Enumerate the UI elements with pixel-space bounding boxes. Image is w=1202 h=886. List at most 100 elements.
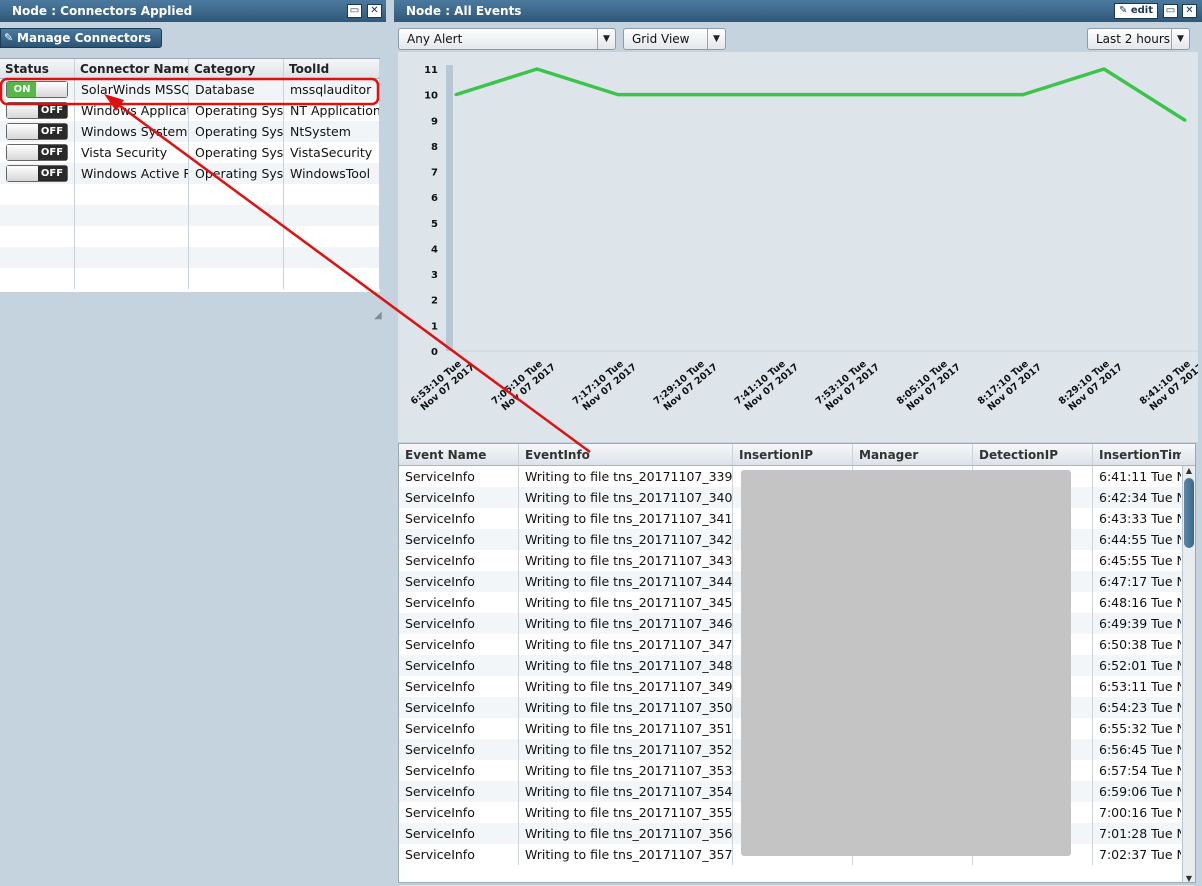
view-mode-dropdown[interactable]: Grid View ▼ xyxy=(623,28,726,50)
data-point xyxy=(697,93,701,97)
insertiontime-cell: 7:02:37 Tue No xyxy=(1099,847,1181,862)
table-row[interactable]: OFF Windows Active ResOperating SysteWind… xyxy=(0,163,380,184)
eventinfo-cell: Writing to file tns_20171107_348.log xyxy=(519,655,733,676)
status-cell: OFF xyxy=(0,142,75,163)
event-name-cell: ServiceInfo xyxy=(399,739,519,760)
category-cell: Operating Syste xyxy=(189,163,284,184)
scrollbar-thumb[interactable] xyxy=(1184,478,1194,548)
events-chart: 0 1 2 3 4 5 6 7 8 9 10 11 6:53:10 Tue Nov 07 2017 7:05… xyxy=(398,52,1198,442)
column-header-event-name[interactable]: Event Name xyxy=(399,444,519,465)
events-panel: Any Alert ▼ Grid View ▼ Last 2 hours ▼ 0… xyxy=(394,22,1202,886)
connector-name-cell: Vista Security xyxy=(75,142,189,163)
empty-cell xyxy=(284,205,380,226)
y-tick-label: 5 xyxy=(431,219,438,230)
table-row xyxy=(0,226,380,247)
alert-filter-value: Any Alert xyxy=(407,32,463,46)
close-icon[interactable]: ✕ xyxy=(367,4,382,18)
event-name-cell: ServiceInfo xyxy=(399,487,519,508)
event-name-cell: ServiceInfo xyxy=(399,529,519,550)
event-name-cell: ServiceInfo xyxy=(399,802,519,823)
toggle-knob xyxy=(7,145,38,160)
view-mode-value: Grid View xyxy=(632,32,690,46)
table-row[interactable]: OFF Windows ApplicatioOperating SysteNT A… xyxy=(0,100,380,121)
empty-cell xyxy=(0,247,75,268)
event-name-cell: ServiceInfo xyxy=(399,655,519,676)
manage-connectors-label: Manage Connectors xyxy=(17,31,152,45)
insertiontime-cell: 6:50:38 Tue No xyxy=(1099,637,1181,652)
status-cell: OFF xyxy=(0,163,75,184)
events-grid: Event Name EventInfo InsertionIP Manager… xyxy=(398,443,1196,883)
table-row[interactable]: ON SolarWinds MSSQL Database mssqlauditor xyxy=(0,79,380,100)
empty-cell xyxy=(75,247,189,268)
eventinfo-cell: Writing to file tns_20171107_352.log xyxy=(519,739,733,760)
eventinfo-cell: Writing to file tns_20171107_347.log xyxy=(519,634,733,655)
empty-cell xyxy=(284,226,380,247)
status-toggle[interactable]: OFF xyxy=(6,144,68,161)
manage-connectors-button[interactable]: ✎ Manage Connectors xyxy=(0,28,163,48)
series-line xyxy=(455,67,1186,122)
scroll-up-icon[interactable]: ▲ xyxy=(1184,466,1194,476)
status-toggle[interactable]: OFF xyxy=(6,102,68,119)
status-toggle[interactable]: ON xyxy=(6,81,68,98)
toolid-cell: VistaSecurity xyxy=(284,142,380,163)
connectors-table: Status Connector Name Category ToolId ON… xyxy=(0,58,380,292)
column-header-connector-name[interactable]: Connector Name xyxy=(75,59,189,78)
events-line-chart: 0 1 2 3 4 5 6 7 8 9 10 11 6:53:10 TueNov 07 2017 7:05… xyxy=(409,65,1198,413)
x-tick-label: 7:29:10 TueNov 07 2017 xyxy=(652,358,720,413)
category-cell: Operating Syste xyxy=(189,100,284,121)
status-cell: OFF xyxy=(0,121,75,142)
table-row[interactable]: OFF Vista SecurityOperating SysteVistaSec… xyxy=(0,142,380,163)
x-tick-label: 8:41:10 TueNov 07 2017 xyxy=(1138,358,1198,413)
data-point xyxy=(1183,118,1187,122)
empty-cell xyxy=(189,205,284,226)
status-toggle[interactable]: OFF xyxy=(6,165,68,182)
empty-cell xyxy=(75,226,189,247)
resize-grip-icon[interactable]: ◢ xyxy=(374,310,384,321)
x-tick-label: 7:41:10 TueNov 07 2017 xyxy=(733,358,801,413)
event-name-cell: ServiceInfo xyxy=(399,550,519,571)
table-row[interactable]: OFF Windows SystemOperating SysteNtSystem xyxy=(0,121,380,142)
column-header-toolid[interactable]: ToolId xyxy=(284,59,380,78)
insertiontime-cell: 6:48:16 Tue No xyxy=(1099,595,1181,610)
y-tick-label: 9 xyxy=(431,116,438,127)
column-header-category[interactable]: Category xyxy=(189,59,284,78)
connectors-table-header: Status Connector Name Category ToolId xyxy=(0,59,380,79)
events-panel-header: Node : All Events ✎ edit ▭ ✕ xyxy=(394,0,1202,22)
empty-cell xyxy=(284,247,380,268)
vertical-scrollbar[interactable]: ▲ ▼ xyxy=(1182,466,1195,882)
toggle-knob xyxy=(7,103,38,118)
x-tick-label: 8:17:10 TueNov 07 2017 xyxy=(976,358,1044,413)
status-cell: OFF xyxy=(0,100,75,121)
empty-cell xyxy=(75,205,189,226)
y-tick-label: 1 xyxy=(431,321,438,332)
column-header-detectionip[interactable]: DetectionIP xyxy=(973,444,1093,465)
event-name-cell: ServiceInfo xyxy=(399,634,519,655)
table-row xyxy=(0,268,380,289)
column-header-insertionip[interactable]: InsertionIP xyxy=(733,444,853,465)
edit-button[interactable]: ✎ edit xyxy=(1113,3,1158,19)
scroll-down-icon[interactable]: ▼ xyxy=(1184,874,1194,882)
category-cell: Database xyxy=(189,79,284,100)
column-header-status[interactable]: Status xyxy=(0,59,75,78)
time-range-value: Last 2 hours xyxy=(1096,32,1170,46)
y-tick-label: 11 xyxy=(424,65,438,76)
column-header-eventinfo[interactable]: EventInfo xyxy=(519,444,733,465)
alert-filter-dropdown[interactable]: Any Alert ▼ xyxy=(398,28,616,50)
empty-cell xyxy=(0,226,75,247)
column-header-insertiontime[interactable]: InsertionTime xyxy=(1093,444,1181,465)
event-name-cell: ServiceInfo xyxy=(399,844,519,865)
connectors-panel: ✎ Manage Connectors Status Connector Nam… xyxy=(0,22,386,321)
toggle-knob xyxy=(36,82,67,97)
maximize-icon[interactable]: ▭ xyxy=(1163,4,1178,18)
x-tick-label: 8:05:10 TueNov 07 2017 xyxy=(895,358,963,413)
column-header-manager[interactable]: Manager xyxy=(853,444,973,465)
maximize-icon[interactable]: ▭ xyxy=(347,4,362,18)
eventinfo-cell: Writing to file tns_20171107_357.log xyxy=(519,844,733,865)
empty-cell xyxy=(0,268,75,289)
status-toggle[interactable]: OFF xyxy=(6,123,68,140)
y-tick-label: 3 xyxy=(431,270,438,281)
close-icon[interactable]: ✕ xyxy=(1182,4,1197,18)
time-range-dropdown[interactable]: Last 2 hours ▼ xyxy=(1087,28,1190,50)
insertiontime-cell: 6:53:11 Tue No xyxy=(1099,679,1181,694)
chevron-down-icon: ▼ xyxy=(1171,29,1189,49)
